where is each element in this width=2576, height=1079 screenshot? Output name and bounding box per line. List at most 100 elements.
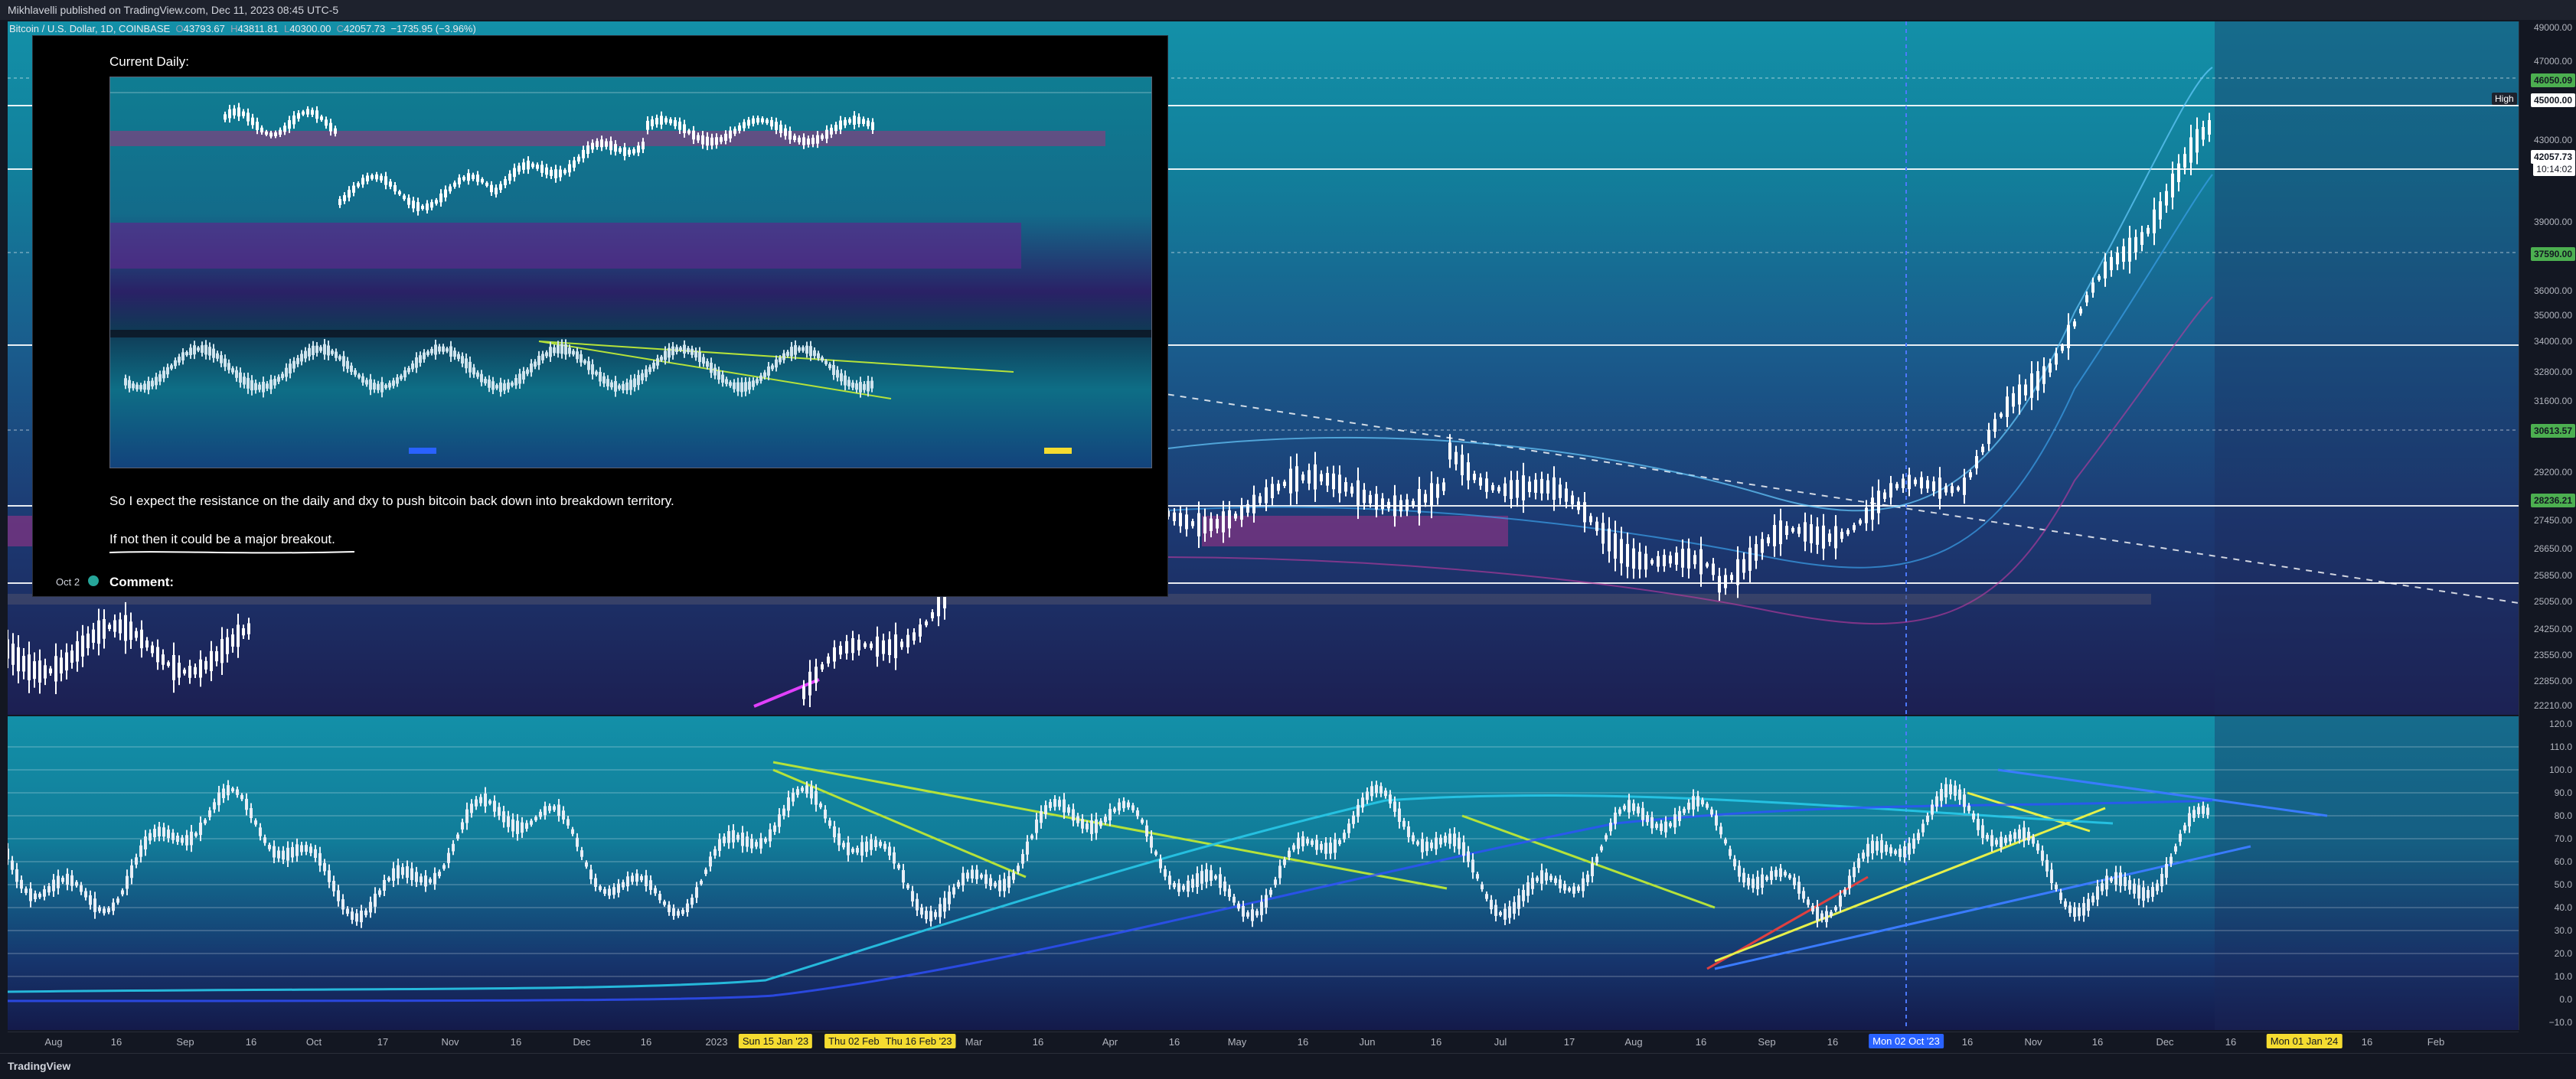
candle-body: [2147, 227, 2150, 234]
candle-body: [619, 148, 622, 152]
candle-body: [398, 191, 401, 195]
time-tick: Jun: [1359, 1036, 1376, 1048]
date-marker[interactable]: Mon 01 Jan '24: [2266, 1034, 2343, 1048]
candle-body: [1986, 835, 1989, 839]
candle-body: [888, 639, 891, 656]
oscillator-panel[interactable]: [8, 716, 2519, 1030]
candle-body: [1200, 871, 1203, 884]
candle-body: [288, 120, 291, 129]
candle-body: [2030, 373, 2033, 398]
date-marker[interactable]: Thu 16 Feb '23: [881, 1034, 956, 1048]
candle-body: [1595, 856, 1598, 863]
candle-body: [1255, 911, 1259, 916]
price-axis[interactable]: 49000.00 47000.00 43000.00 39000.00 3600…: [2519, 21, 2576, 1030]
candle-body: [793, 135, 796, 141]
candle-body: [1914, 479, 1917, 484]
candle-body: [204, 820, 207, 824]
candle-body: [2140, 232, 2143, 246]
candle-body: [2137, 885, 2140, 899]
candle-body: [824, 360, 828, 364]
candle-body: [236, 789, 239, 795]
candle-body: [679, 347, 682, 351]
candle-body: [1393, 801, 1396, 812]
candle-body: [484, 793, 487, 807]
candle-body: [853, 116, 856, 126]
candle-body: [832, 365, 835, 376]
candle-body: [1357, 480, 1360, 507]
candle-body: [937, 596, 940, 617]
close-value: 42057.73: [344, 23, 386, 34]
candle-body: [844, 375, 847, 386]
candle-body: [614, 380, 617, 392]
candle-body: [2045, 859, 2049, 872]
candle-body: [834, 125, 837, 132]
candle-body: [563, 169, 566, 174]
candle-body: [403, 195, 406, 200]
candle-body: [1173, 512, 1176, 522]
candle-body: [341, 899, 344, 910]
candle-body: [149, 833, 152, 841]
candle-body: [1797, 526, 1801, 534]
candle-body: [415, 872, 418, 882]
candle-body: [224, 358, 227, 367]
candle-body: [297, 112, 300, 119]
candle-body: [1265, 895, 1268, 908]
candle-body: [1601, 523, 1605, 544]
candle-body: [700, 880, 703, 885]
candle-body: [57, 875, 60, 888]
candle-body: [140, 629, 143, 649]
candle-body: [318, 852, 322, 866]
time-axis[interactable]: Aug 16 Sep 16 Oct 17 Nov 16 Dec 16 2023 …: [8, 1032, 2519, 1052]
candle-body: [622, 882, 625, 888]
candle-body: [44, 665, 47, 679]
candle-body: [237, 107, 240, 117]
candle-body: [1848, 875, 1851, 888]
candle-body: [1554, 878, 1557, 883]
candle-body: [1932, 481, 1935, 491]
time-tick: Mar: [965, 1036, 983, 1048]
candle-body: [1724, 575, 1727, 588]
candle-body: [1095, 819, 1098, 833]
candle-body: [392, 868, 395, 881]
candle-body: [671, 346, 674, 356]
candle-body: [591, 142, 594, 150]
candle-body: [70, 875, 73, 886]
candle-body: [2013, 832, 2016, 839]
time-tick: 16: [1430, 1036, 1442, 1048]
candle-body: [681, 910, 684, 914]
candle-body: [1177, 883, 1180, 892]
candle-body: [709, 856, 712, 867]
candle-body: [2160, 874, 2163, 887]
idea-card[interactable]: Current Daily: So I expect the resistanc…: [32, 35, 1168, 597]
symbol-info: Bitcoin / U.S. Dollar, 1D, COINBASE O437…: [9, 23, 476, 34]
price-tick: 22850.00: [2533, 676, 2572, 686]
date-marker[interactable]: Sun 15 Jan '23: [738, 1034, 813, 1048]
candle-body: [1595, 521, 1598, 531]
candle-body: [526, 369, 529, 374]
candle-body: [614, 144, 617, 152]
candle-body: [2064, 901, 2067, 907]
candle-body: [1902, 478, 1905, 488]
candle-body: [830, 127, 833, 135]
idea-thumbnail[interactable]: [109, 77, 1152, 468]
candle-body: [393, 184, 397, 192]
candle-body: [770, 119, 773, 127]
candle-body: [1889, 483, 1892, 498]
candle-body: [1439, 837, 1442, 845]
candle-body: [1185, 514, 1188, 530]
time-tick: 16: [1827, 1036, 1839, 1048]
candle-body: [1214, 875, 1217, 879]
candle-body: [158, 826, 161, 836]
candle-body: [530, 820, 533, 825]
candle-body: [1591, 863, 1594, 876]
candle-body: [2189, 137, 2192, 163]
candle-body: [1399, 500, 1402, 512]
time-tick: Sep: [176, 1036, 194, 1048]
candle-body: [1853, 525, 1856, 530]
candle-body: [155, 377, 158, 386]
symbol-name: Bitcoin / U.S. Dollar, 1D, COINBASE: [9, 23, 171, 34]
tradingview-logo[interactable]: TradingView: [8, 1054, 70, 1079]
candle-body: [239, 372, 242, 383]
candle-body: [729, 382, 732, 386]
candle-body: [1866, 843, 1869, 857]
